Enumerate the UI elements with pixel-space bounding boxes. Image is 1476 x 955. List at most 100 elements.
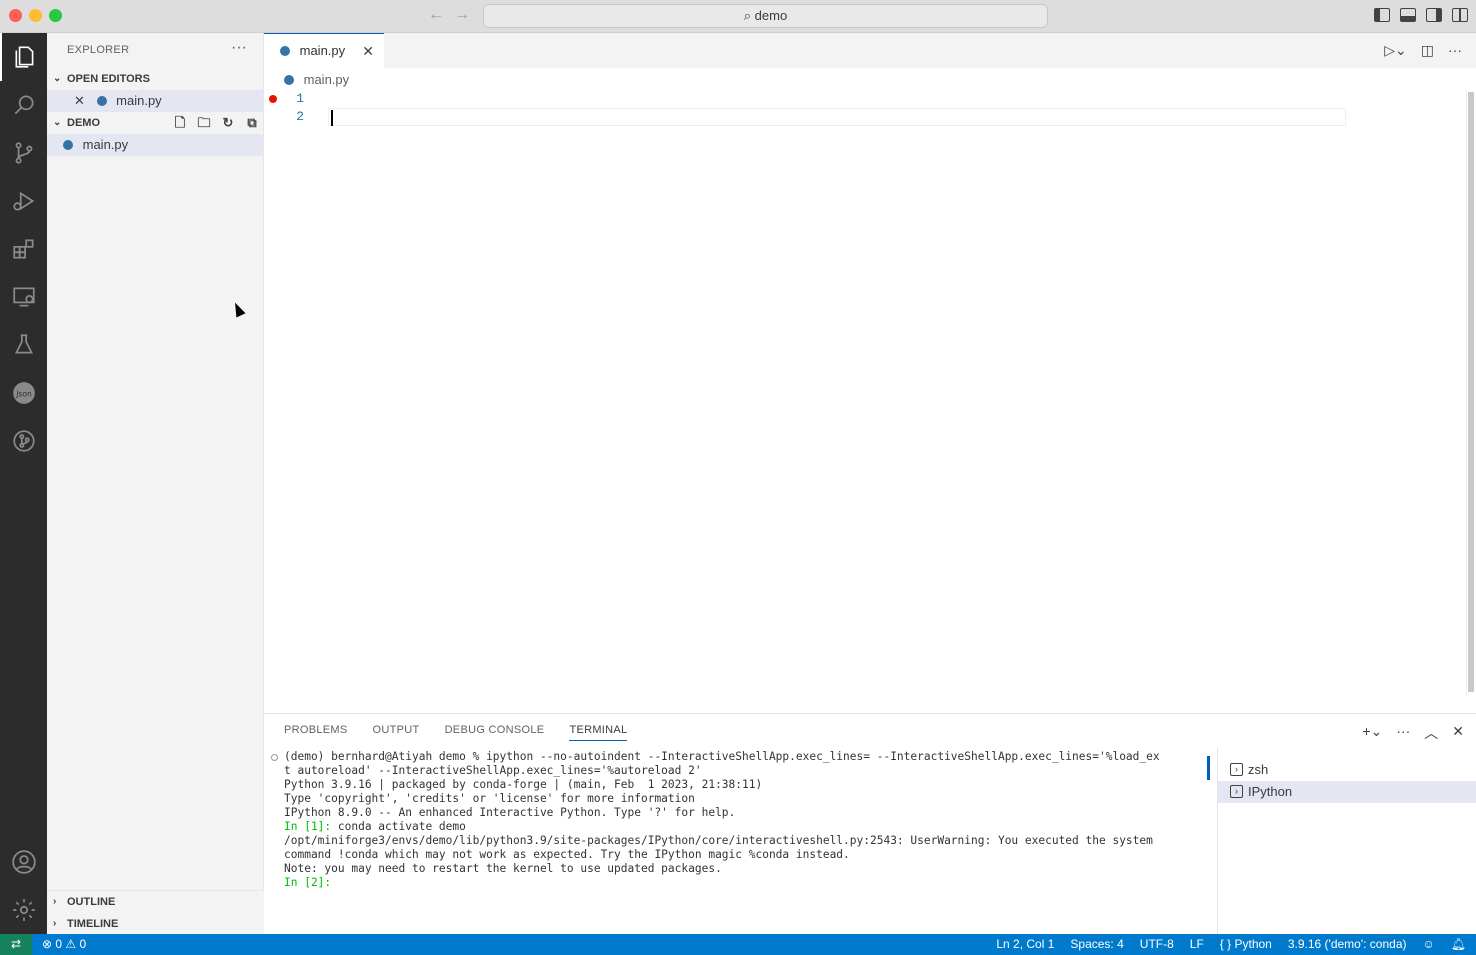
search-icon[interactable]	[0, 81, 47, 129]
text-caret	[331, 110, 333, 126]
open-editors-label: OPEN EDITORS	[67, 73, 150, 85]
cursor-position[interactable]: Ln 2, Col 1	[996, 934, 1054, 955]
breadcrumb[interactable]: main.py	[284, 70, 349, 90]
tab-debug-console[interactable]: DEBUG CONSOLE	[445, 724, 545, 741]
explorer-sidebar: EXPLORER ··· ⌄ OPEN EDITORS ✕ main.py ⌄ …	[47, 33, 264, 934]
chevron-down-icon: ⌄	[53, 73, 62, 84]
close-panel-icon[interactable]: ✕	[1452, 723, 1464, 743]
json-icon[interactable]: Json	[0, 369, 47, 417]
close-icon[interactable]: ✕	[74, 93, 85, 108]
timeline-section[interactable]: › TIMELINE	[47, 913, 264, 935]
close-window-button[interactable]	[9, 9, 22, 22]
editor-scrollbar[interactable]	[1466, 90, 1476, 695]
tab-terminal[interactable]: TERMINAL	[569, 724, 628, 741]
open-editor-item[interactable]: ✕ main.py	[47, 90, 264, 112]
tab-output[interactable]: OUTPUT	[373, 724, 420, 741]
toggle-panel-icon[interactable]	[1400, 8, 1416, 22]
terminal-item-zsh[interactable]: › zsh	[1218, 759, 1476, 781]
refresh-icon[interactable]: ↻	[220, 115, 236, 131]
terminal-line: /opt/miniforge3/envs/demo/lib/python3.9/…	[284, 834, 1153, 847]
terminal-line: In [1]: conda activate demo	[284, 820, 466, 833]
terminal-line: command !conda which may not work as exp…	[284, 848, 850, 861]
settings-gear-icon[interactable]	[0, 886, 47, 934]
customize-layout-icon[interactable]	[1452, 8, 1468, 22]
maximize-panel-icon[interactable]: ︿	[1424, 723, 1438, 743]
chevron-right-icon: ›	[53, 918, 57, 929]
terminal-line: Python 3.9.16 | packaged by conda-forge …	[284, 778, 763, 791]
terminal-line: t autoreload' --InteractiveShellApp.exec…	[284, 764, 702, 777]
breadcrumb-file: main.py	[303, 72, 350, 87]
workspace-file-item[interactable]: main.py	[47, 134, 264, 156]
toggle-secondary-sidebar-icon[interactable]	[1426, 8, 1442, 22]
terminal-item-ipython[interactable]: › IPython	[1218, 781, 1476, 803]
outline-label: OUTLINE	[67, 896, 116, 908]
terminal-output[interactable]: (demo) bernhard@Atiyah demo % ipython --…	[284, 750, 1204, 934]
tab-main-py[interactable]: main.py ✕	[264, 33, 384, 68]
line-number: 1	[296, 91, 304, 106]
end-of-line[interactable]: LF	[1190, 934, 1204, 955]
open-editors-section[interactable]: ⌄ OPEN EDITORS	[47, 68, 264, 90]
python-file-icon	[96, 95, 107, 106]
remote-indicator-icon[interactable]: ⇄	[0, 934, 32, 955]
command-center-search[interactable]: ⌕ demo	[483, 4, 1048, 28]
more-actions-icon[interactable]: ···	[1448, 42, 1462, 59]
terminal-name: IPython	[1248, 784, 1293, 799]
workspace-label: DEMO	[67, 117, 100, 129]
more-actions-icon[interactable]: ···	[1396, 723, 1410, 743]
new-file-icon[interactable]: 🗋	[172, 115, 188, 131]
forward-arrow-icon[interactable]: →	[454, 6, 470, 24]
terminal-line: Type 'copyright', 'credits' or 'license'…	[284, 792, 695, 805]
status-bar: ⇄ ⊗ 0 ⚠ 0 Ln 2, Col 1 Spaces: 4 UTF-8 LF…	[0, 934, 1476, 955]
chevron-right-icon: ›	[53, 896, 57, 907]
split-editor-icon[interactable]: ◫	[1421, 42, 1434, 59]
line-number: 2	[296, 109, 304, 124]
python-file-icon	[280, 45, 290, 56]
tab-problems[interactable]: PROBLEMS	[284, 724, 348, 741]
testing-icon[interactable]	[0, 321, 47, 369]
remote-explorer-icon[interactable]	[0, 273, 47, 321]
encoding[interactable]: UTF-8	[1140, 934, 1174, 955]
terminal-line: IPython 8.9.0 -- An enhanced Interactive…	[284, 806, 736, 819]
command-decoration-icon[interactable]	[271, 754, 278, 761]
terminal-icon: ›	[1230, 763, 1243, 776]
toggle-sidebar-icon[interactable]	[1374, 8, 1390, 22]
collapse-all-icon[interactable]: ⧉	[244, 115, 260, 131]
close-tab-icon[interactable]: ✕	[362, 34, 374, 68]
language-mode[interactable]: { } Python	[1220, 934, 1272, 955]
terminal-list: › zsh › IPython	[1217, 748, 1476, 934]
python-interpreter[interactable]: 3.9.16 ('demo': conda)	[1288, 934, 1407, 955]
scrollbar-thumb[interactable]	[1468, 92, 1474, 692]
minimize-window-button[interactable]	[29, 9, 42, 22]
feedback-icon[interactable]: ☺	[1423, 934, 1435, 955]
title-bar: ← → ⌕ demo	[0, 0, 1476, 33]
explorer-icon[interactable]	[0, 33, 47, 81]
outline-timeline-sections: › OUTLINE › TIMELINE	[47, 890, 264, 934]
back-arrow-icon[interactable]: ←	[428, 6, 444, 24]
ipython-prompt: In [2]:	[284, 876, 332, 889]
terminal-scrollbar[interactable]	[1207, 756, 1210, 780]
python-file-icon	[284, 74, 294, 85]
terminal-line: In [2]:	[284, 876, 1204, 890]
outline-section[interactable]: › OUTLINE	[47, 891, 264, 913]
git-graph-icon[interactable]	[0, 417, 47, 465]
run-debug-icon[interactable]	[0, 177, 47, 225]
code-editor[interactable]: 1 2	[264, 90, 1476, 713]
timeline-label: TIMELINE	[67, 918, 119, 930]
indentation[interactable]: Spaces: 4	[1070, 934, 1123, 955]
source-control-icon[interactable]	[0, 129, 47, 177]
problems-count[interactable]: ⊗ 0 ⚠ 0	[42, 934, 86, 955]
terminal-name: zsh	[1248, 762, 1269, 777]
extensions-icon[interactable]	[0, 225, 47, 273]
maximize-window-button[interactable]	[49, 9, 62, 22]
new-terminal-icon[interactable]: +⌄	[1362, 723, 1382, 743]
notifications-bell-icon[interactable]: 🔔︎	[1451, 934, 1466, 955]
activity-bar: Json	[0, 33, 47, 934]
sidebar-title: EXPLORER	[67, 44, 130, 56]
bottom-panel: PROBLEMS OUTPUT DEBUG CONSOLE TERMINAL +…	[264, 713, 1476, 934]
accounts-icon[interactable]	[0, 838, 47, 886]
terminal-line: Note: you may need to restart the kernel…	[284, 862, 722, 875]
new-folder-icon[interactable]: 🗀	[196, 115, 212, 131]
run-icon[interactable]: ▷⌄	[1384, 42, 1407, 59]
more-actions-icon[interactable]: ···	[231, 39, 247, 57]
workspace-section[interactable]: ⌄ DEMO 🗋 🗀 ↻ ⧉	[47, 112, 264, 134]
